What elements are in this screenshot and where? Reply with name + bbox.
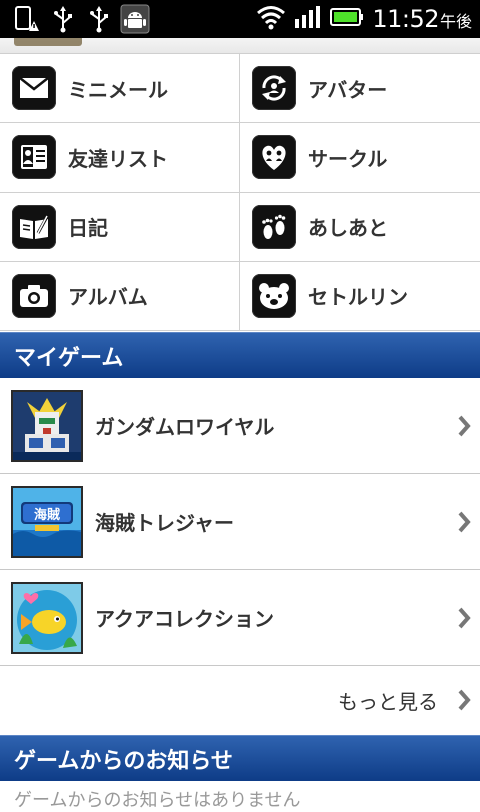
aqua-collection-thumbnail	[11, 581, 83, 654]
alert-icon	[12, 4, 42, 34]
menu-item-avatar[interactable]: アバター	[240, 54, 480, 124]
status-bar: 11:52 午後	[0, 0, 480, 38]
game-name: 海賊トレジャー	[95, 511, 234, 535]
signal-icon	[294, 5, 322, 33]
clock-time: 11:52	[372, 5, 439, 33]
usb-icon	[48, 4, 78, 34]
game-item-gundam[interactable]: ガンダムロワイヤル	[0, 378, 480, 474]
menu-item-friends-list[interactable]: 友達リスト	[0, 123, 240, 193]
menu-item-label: サークル	[308, 146, 388, 171]
game-name: ガンダムロワイヤル	[95, 415, 275, 439]
clock-ampm: 午後	[439, 12, 472, 31]
menu-grid: ミニメール アバター 友達リスト サークル 日記 あしあと アルバム セトルリン	[0, 54, 480, 331]
pirate-treasure-thumbnail: 海賊	[11, 485, 83, 558]
circle-heart-icon	[252, 135, 296, 180]
menu-item-label: 日記	[68, 216, 108, 241]
menu-item-circle[interactable]: サークル	[240, 123, 480, 193]
see-more-label: もっと見る	[338, 689, 438, 714]
section-header-my-game: マイゲーム	[0, 332, 480, 378]
menu-item-footprints[interactable]: あしあと	[240, 193, 480, 262]
menu-item-setorurin[interactable]: セトルリン	[240, 262, 480, 331]
bear-icon	[252, 273, 296, 318]
section-header-game-news: ゲームからのお知らせ	[0, 735, 480, 781]
menu-item-minimail[interactable]: ミニメール	[0, 54, 240, 124]
menu-item-label: 友達リスト	[68, 146, 168, 171]
menu-item-label: セトルリン	[308, 285, 408, 310]
news-empty-message: ゲームからのお知らせはありません	[14, 790, 301, 811]
diary-icon	[12, 204, 56, 249]
header-logo-fragment	[14, 38, 82, 46]
wifi-icon	[256, 4, 286, 34]
chevron-right-icon	[458, 415, 471, 436]
game-item-aqua-collection[interactable]: アクアコレクション	[0, 570, 480, 666]
game-item-pirate-treasure[interactable]: 海賊 海賊トレジャー	[0, 474, 480, 570]
menu-item-label: アルバム	[68, 285, 148, 310]
menu-item-label: ミニメール	[68, 77, 168, 102]
header-strip	[0, 38, 480, 54]
menu-item-album[interactable]: アルバム	[0, 261, 240, 331]
mail-icon	[12, 66, 56, 111]
game-name: アクアコレクション	[95, 607, 274, 631]
gundam-thumbnail	[11, 389, 83, 462]
chevron-right-icon	[458, 689, 471, 711]
avatar-icon	[252, 66, 296, 111]
svg-text:海賊: 海賊	[34, 507, 60, 523]
menu-item-label: アバター	[308, 77, 388, 102]
footprints-icon	[252, 204, 296, 249]
chevron-right-icon	[458, 607, 471, 628]
usb-icon	[84, 4, 114, 34]
battery-icon	[330, 6, 364, 32]
chevron-right-icon	[458, 511, 471, 532]
menu-item-label: あしあと	[308, 216, 388, 241]
see-more-link[interactable]: もっと見る	[0, 666, 480, 734]
android-debug-icon	[120, 4, 150, 34]
friends-list-icon	[12, 135, 56, 180]
camera-icon	[12, 273, 56, 318]
menu-item-diary[interactable]: 日記	[0, 192, 240, 262]
